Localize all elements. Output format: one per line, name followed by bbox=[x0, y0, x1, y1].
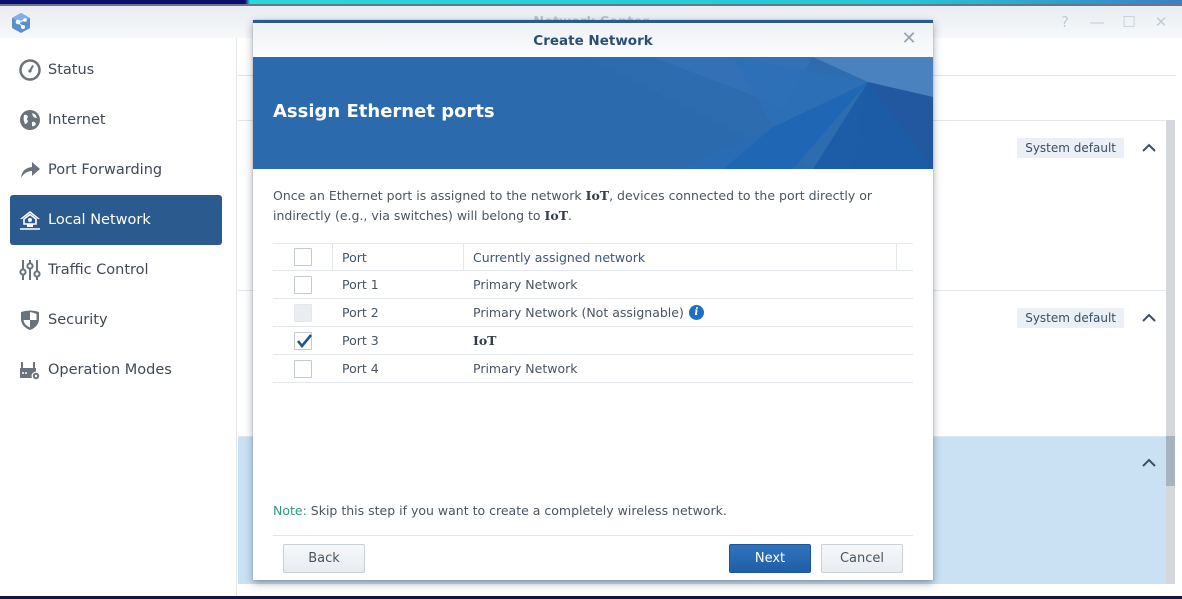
sidebar-item-status[interactable]: Status bbox=[10, 45, 222, 95]
chevron-up-icon[interactable] bbox=[1142, 458, 1156, 468]
table-header: Port Currently assigned network bbox=[273, 243, 913, 271]
cancel-button[interactable]: Cancel bbox=[821, 544, 903, 573]
note-text: Skip this step if you want to create a c… bbox=[306, 503, 727, 518]
system-default-badge: System default bbox=[1017, 138, 1124, 158]
step-description: Once an Ethernet port is assigned to the… bbox=[273, 186, 918, 226]
maximize-icon[interactable]: ☐ bbox=[1118, 12, 1140, 32]
chevron-up-icon[interactable] bbox=[1142, 313, 1156, 323]
window-close-icon[interactable]: ✕ bbox=[1150, 12, 1172, 32]
sidebar-item-local-network[interactable]: Local Network bbox=[10, 195, 222, 245]
sliders-icon bbox=[18, 258, 42, 282]
table-row: Port 2 Primary Network (Not assignable) i bbox=[273, 299, 913, 327]
sidebar-item-security[interactable]: Security bbox=[10, 295, 222, 345]
note: Note: Skip this step if you want to crea… bbox=[273, 503, 727, 518]
column-header-port[interactable]: Port bbox=[333, 244, 464, 270]
gauge-icon bbox=[18, 58, 42, 82]
sidebar-item-label: Port Forwarding bbox=[48, 162, 163, 178]
footer-divider bbox=[273, 535, 913, 536]
close-icon[interactable]: ✕ bbox=[899, 29, 919, 49]
sidebar-item-internet[interactable]: Internet bbox=[10, 95, 222, 145]
sidebar-item-label: Status bbox=[48, 62, 95, 78]
sidebar-item-label: Security bbox=[48, 312, 108, 328]
table-row[interactable]: Port 4 Primary Network bbox=[273, 355, 913, 383]
assigned-network: IoT bbox=[473, 333, 497, 348]
network-name: IoT bbox=[585, 188, 610, 203]
sidebar-item-label: Traffic Control bbox=[48, 262, 149, 278]
step-title: Assign Ethernet ports bbox=[273, 101, 495, 122]
table-row[interactable]: Port 3 IoT bbox=[273, 327, 913, 355]
create-network-dialog: Create Network ✕ Assign Ethernet ports O… bbox=[253, 20, 933, 580]
dialog-header[interactable]: Create Network ✕ bbox=[253, 23, 933, 57]
sidebar-item-traffic-control[interactable]: Traffic Control bbox=[10, 245, 222, 295]
globe-icon bbox=[18, 108, 42, 132]
scrollbar-track[interactable] bbox=[1166, 120, 1175, 584]
port-name: Port 3 bbox=[342, 333, 379, 348]
router-gear-icon bbox=[18, 358, 42, 382]
port-checkbox[interactable] bbox=[293, 275, 312, 294]
home-network-icon bbox=[18, 208, 42, 232]
checkmark-icon bbox=[296, 333, 312, 348]
note-label: Note: bbox=[273, 503, 307, 518]
port-name: Port 1 bbox=[342, 277, 379, 292]
shield-icon bbox=[18, 308, 42, 332]
assigned-network: Primary Network bbox=[473, 277, 578, 292]
dialog-title: Create Network bbox=[533, 33, 653, 49]
port-name: Port 4 bbox=[342, 361, 379, 376]
sidebar-item-port-forwarding[interactable]: Port Forwarding bbox=[10, 145, 222, 195]
system-default-badge: System default bbox=[1017, 308, 1124, 328]
back-button[interactable]: Back bbox=[283, 544, 365, 573]
info-icon[interactable]: i bbox=[688, 305, 704, 320]
network-name: IoT bbox=[544, 208, 569, 223]
next-button[interactable]: Next bbox=[729, 544, 811, 573]
port-checkbox-disabled bbox=[293, 303, 312, 322]
port-name: Port 2 bbox=[342, 305, 379, 320]
table-row[interactable]: Port 1 Primary Network bbox=[273, 271, 913, 299]
sidebar-item-label: Operation Modes bbox=[48, 362, 172, 378]
sidebar-item-operation-modes[interactable]: Operation Modes bbox=[10, 345, 222, 395]
port-checkbox-checked[interactable] bbox=[293, 331, 312, 350]
select-all-checkbox[interactable] bbox=[293, 248, 312, 266]
assigned-network: Primary Network bbox=[473, 361, 578, 376]
ports-table: Port Currently assigned network Port 1 P… bbox=[273, 243, 913, 383]
chevron-up-icon[interactable] bbox=[1142, 143, 1156, 153]
sidebar: Status Internet Port Forwarding Local Ne… bbox=[0, 38, 237, 596]
sidebar-item-label: Local Network bbox=[48, 212, 151, 228]
scrollbar-thumb[interactable] bbox=[1166, 436, 1175, 486]
port-checkbox[interactable] bbox=[293, 359, 312, 378]
column-header-network[interactable]: Currently assigned network bbox=[464, 244, 897, 270]
description-text: Once an Ethernet port is assigned to the… bbox=[273, 188, 586, 203]
minimize-icon[interactable]: — bbox=[1086, 12, 1108, 32]
description-text: . bbox=[568, 208, 573, 223]
help-icon[interactable]: ? bbox=[1054, 12, 1076, 32]
sidebar-item-label: Internet bbox=[48, 112, 106, 128]
dialog-banner: Assign Ethernet ports bbox=[253, 57, 933, 169]
assigned-network: Primary Network (Not assignable) bbox=[473, 305, 684, 320]
forward-arrow-icon bbox=[18, 158, 42, 182]
